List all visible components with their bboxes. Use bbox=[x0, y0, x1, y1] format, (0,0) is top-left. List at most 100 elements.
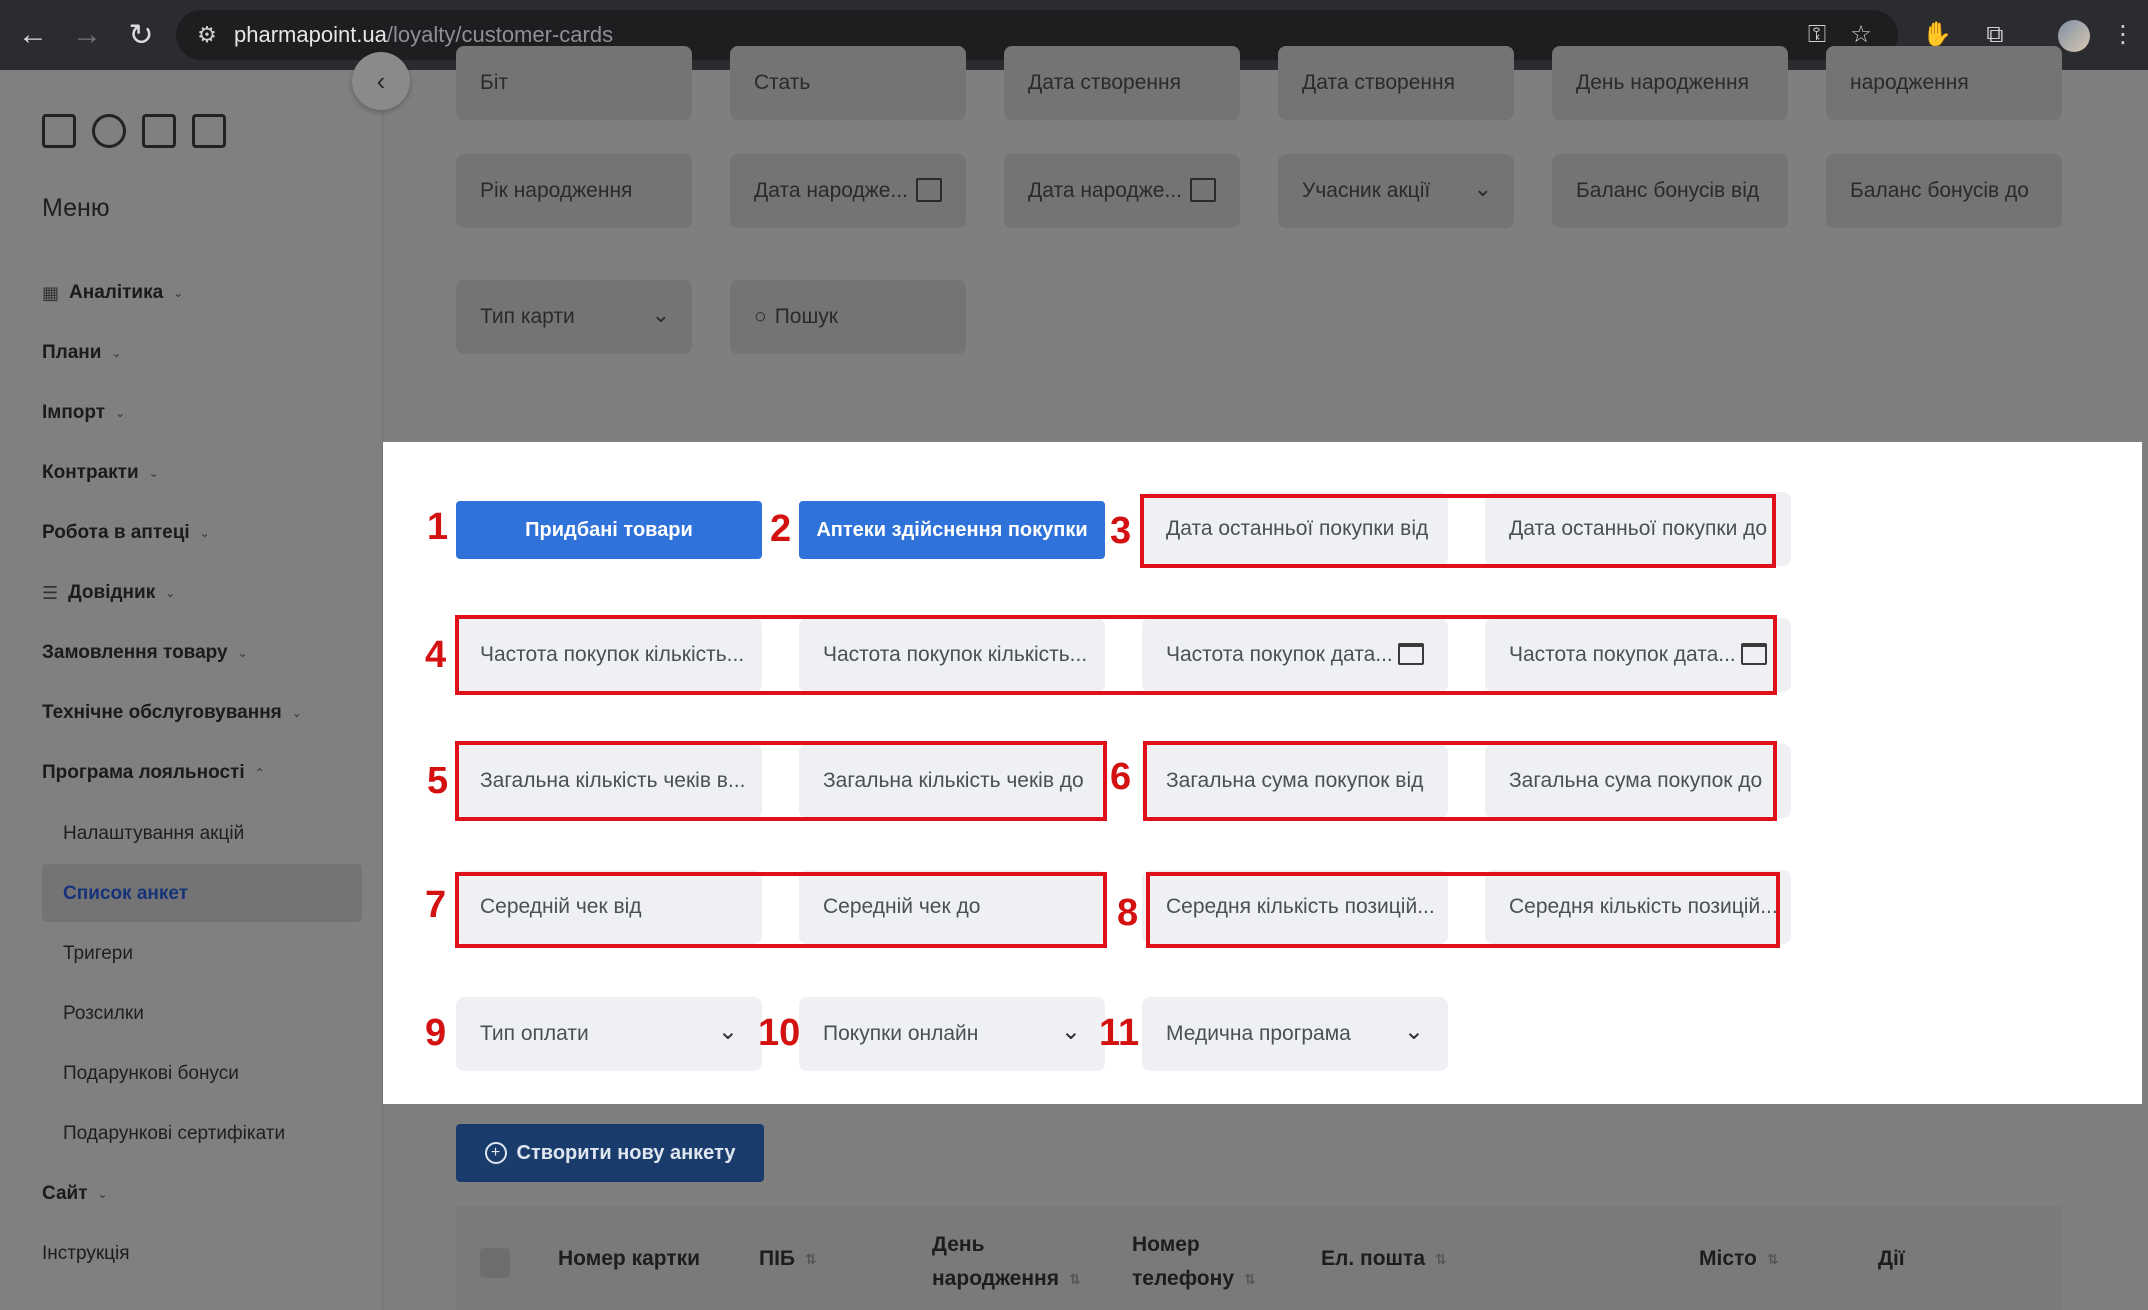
column-card-number[interactable]: Номер картки bbox=[558, 1242, 700, 1276]
sidebar-item-directory[interactable]: ☰ Довідник ⌄ bbox=[42, 582, 175, 604]
column-city[interactable]: Місто ⇅ bbox=[1699, 1242, 1779, 1276]
sidebar-collapse-button[interactable]: ‹ bbox=[352, 52, 410, 110]
sidebar-subitem-gift-bonuses[interactable]: Подарункові бонуси bbox=[63, 1063, 239, 1085]
payment-type-select[interactable]: Тип оплати ⌄ bbox=[456, 997, 762, 1071]
password-key-icon[interactable]: ⚿ bbox=[1802, 20, 1832, 50]
annotation-number: 6 bbox=[1110, 756, 1132, 798]
sort-icon[interactable]: ⇅ bbox=[1767, 1251, 1779, 1267]
sort-icon[interactable]: ⇅ bbox=[1069, 1271, 1081, 1287]
sidebar-item-loyalty[interactable]: Програма лояльності ⌃ bbox=[42, 762, 265, 784]
sidebar-item-pharmacy-work[interactable]: Робота в аптеці ⌄ bbox=[42, 522, 210, 544]
calendar-icon bbox=[916, 178, 942, 202]
sidebar-item-maintenance[interactable]: Технічне обслуговування ⌄ bbox=[42, 702, 302, 724]
filter-birth-date-from[interactable]: Дата народже... bbox=[730, 154, 966, 228]
back-icon[interactable]: ← bbox=[6, 0, 60, 70]
sort-icon[interactable]: ⇅ bbox=[1244, 1271, 1256, 1287]
sidebar-item-analytics[interactable]: ▦ Аналітика ⌄ bbox=[42, 282, 183, 304]
sidebar-item-import[interactable]: Імпорт ⌄ bbox=[42, 402, 125, 424]
filter-label: Учасник акції bbox=[1302, 179, 1431, 202]
grid-icon: ▦ bbox=[42, 282, 60, 303]
site-settings-icon[interactable]: ⚙ bbox=[194, 22, 220, 48]
filter-card-type[interactable]: Тип карти ⌄ bbox=[456, 280, 692, 354]
sort-icon[interactable]: ⇅ bbox=[1435, 1251, 1447, 1267]
forward-icon[interactable]: → bbox=[60, 0, 114, 70]
select-all-checkbox[interactable] bbox=[480, 1248, 510, 1278]
last-purchase-date-to[interactable]: Дата останньої покупки до bbox=[1485, 492, 1791, 566]
sidebar-subitem-mailings[interactable]: Розсилки bbox=[63, 1003, 144, 1025]
annotation-number: 7 bbox=[425, 884, 447, 926]
sidebar-item-plans[interactable]: Плани ⌄ bbox=[42, 342, 122, 364]
field-label: Загальна кількість чеків в... bbox=[480, 769, 746, 792]
online-purchases-select[interactable]: Покупки онлайн ⌄ bbox=[799, 997, 1105, 1071]
create-survey-button[interactable]: + Створити нову анкету bbox=[456, 1124, 764, 1182]
purchase-frequency-count-to[interactable]: Частота покупок кількість... bbox=[799, 618, 1105, 692]
field-label: Дата останньої покупки від bbox=[1166, 517, 1429, 540]
sidebar-subitem-promo-settings[interactable]: Налаштування акцій bbox=[63, 823, 244, 845]
purchase-frequency-date-to[interactable]: Частота покупок дата... bbox=[1485, 618, 1791, 692]
filter-created-to[interactable]: Дата створення bbox=[1278, 46, 1514, 120]
field-label: Покупки онлайн bbox=[823, 1022, 979, 1045]
reload-icon[interactable]: ↻ bbox=[114, 0, 168, 70]
total-purchase-sum-to[interactable]: Загальна сума покупок до bbox=[1485, 744, 1791, 818]
column-full-name[interactable]: ПІБ ⇅ bbox=[759, 1242, 817, 1276]
extended-filters-panel: Придбані товари Аптеки здійснення покупк… bbox=[383, 442, 2142, 1104]
filter-birthday-month[interactable]: народження bbox=[1826, 46, 2062, 120]
annotation-number: 10 bbox=[758, 1012, 801, 1054]
column-label: Номер телефону bbox=[1132, 1233, 1234, 1290]
purchase-frequency-date-from[interactable]: Частота покупок дата... bbox=[1142, 618, 1448, 692]
filter-birth-year[interactable]: Рік народження bbox=[456, 154, 692, 228]
profile-avatar[interactable] bbox=[2058, 20, 2090, 52]
sidebar-item-site[interactable]: Сайт ⌄ bbox=[42, 1183, 108, 1205]
filter-birth-date-to[interactable]: Дата народже... bbox=[1004, 154, 1240, 228]
last-purchase-date-from[interactable]: Дата останньої покупки від bbox=[1142, 492, 1448, 566]
average-items-from[interactable]: Середня кількість позицій... bbox=[1142, 870, 1448, 944]
sidebar-item-label: Робота в аптеці bbox=[42, 522, 190, 543]
field-label: Середній чек від bbox=[480, 895, 642, 918]
sidebar-item-orders[interactable]: Замовлення товару ⌄ bbox=[42, 642, 248, 664]
book-icon[interactable] bbox=[192, 114, 226, 148]
document-icon[interactable] bbox=[142, 114, 176, 148]
average-items-to[interactable]: Середня кількість позицій... bbox=[1485, 870, 1791, 944]
filter-created-from[interactable]: Дата створення bbox=[1004, 46, 1240, 120]
field-label: Медична програма bbox=[1166, 1022, 1351, 1045]
column-phone[interactable]: Номер телефону ⇅ bbox=[1132, 1228, 1292, 1296]
sidebar-subitem-survey-list[interactable]: Список анкет bbox=[63, 883, 188, 905]
url-path: /loyalty/customer-cards bbox=[386, 22, 614, 47]
filter-birthday-day[interactable]: День народження bbox=[1552, 46, 1788, 120]
column-label: Місто bbox=[1699, 1247, 1757, 1270]
sort-icon[interactable]: ⇅ bbox=[805, 1251, 817, 1267]
column-birthday[interactable]: День народження ⇅ bbox=[932, 1228, 1092, 1296]
purchased-products-button[interactable]: Придбані товари bbox=[456, 501, 762, 559]
annotation-number: 2 bbox=[770, 508, 792, 550]
filter-label: Дата створення bbox=[1028, 71, 1181, 94]
purchase-frequency-count-from[interactable]: Частота покупок кількість... bbox=[456, 618, 762, 692]
filter-bonus-balance-from[interactable]: Баланс бонусів від bbox=[1552, 154, 1788, 228]
filter-label: Стать bbox=[754, 71, 811, 94]
filter-promo-participant[interactable]: Учасник акції ⌄ bbox=[1278, 154, 1514, 228]
column-label: Номер картки bbox=[558, 1247, 701, 1270]
medical-program-select[interactable]: Медична програма ⌄ bbox=[1142, 997, 1448, 1071]
average-check-to[interactable]: Середній чек до bbox=[799, 870, 1105, 944]
filter-gender[interactable]: Стать bbox=[730, 46, 966, 120]
sidebar-item-label: Довідник bbox=[68, 582, 156, 603]
sidebar-item-instructions[interactable]: Інструкція bbox=[42, 1243, 130, 1265]
column-email[interactable]: Ел. пошта ⇅ bbox=[1321, 1242, 1447, 1276]
field-label: Середній чек до bbox=[823, 895, 981, 918]
total-checks-to[interactable]: Загальна кількість чеків до bbox=[799, 744, 1105, 818]
total-checks-from[interactable]: Загальна кількість чеків в... bbox=[456, 744, 762, 818]
store-icon[interactable] bbox=[42, 114, 76, 148]
sidebar-item-contracts[interactable]: Контракти ⌄ bbox=[42, 462, 159, 484]
sidebar-subitem-triggers[interactable]: Тригери bbox=[63, 943, 133, 965]
filter-bonus-balance-to[interactable]: Баланс бонусів до bbox=[1826, 154, 2062, 228]
annotation-number: 11 bbox=[1099, 1012, 1140, 1054]
average-check-from[interactable]: Середній чек від bbox=[456, 870, 762, 944]
chevron-down-icon: ⌄ bbox=[237, 646, 248, 660]
search-input[interactable]: ○ Пошук bbox=[730, 280, 966, 354]
total-purchase-sum-from[interactable]: Загальна сума покупок від bbox=[1142, 744, 1448, 818]
column-actions: Дії bbox=[1878, 1242, 1905, 1276]
sidebar-subitem-gift-certificates[interactable]: Подарункові сертифікати bbox=[63, 1123, 285, 1145]
pie-chart-icon[interactable] bbox=[92, 114, 126, 148]
browser-menu-icon[interactable]: ⋮ bbox=[2108, 20, 2138, 50]
filter-partial-bit[interactable]: Біт bbox=[456, 46, 692, 120]
purchase-pharmacies-button[interactable]: Аптеки здійснення покупки bbox=[799, 501, 1105, 559]
